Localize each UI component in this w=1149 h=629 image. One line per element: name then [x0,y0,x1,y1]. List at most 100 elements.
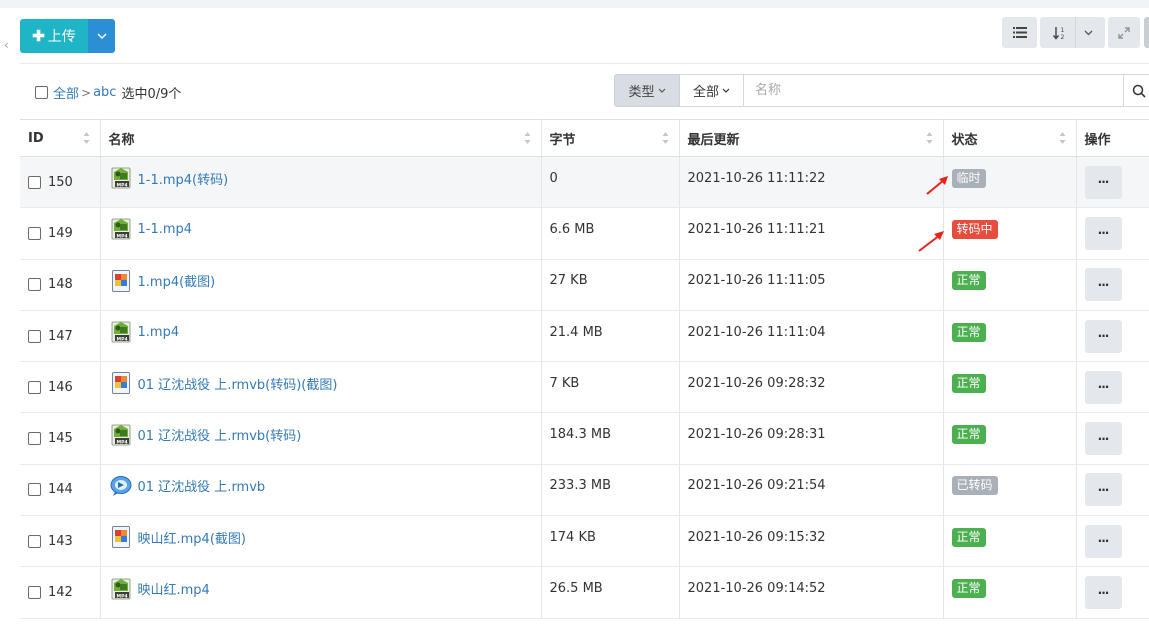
status-badge: 已转码 [951,476,998,496]
sort-icon [662,132,668,144]
file-name-link[interactable]: 1.mp4 [138,325,180,340]
sort-icon [926,132,932,144]
last-updated: 2021-10-26 09:21:54 [687,478,826,494]
status-badge: 正常 [951,527,986,547]
column-header-size[interactable]: 字节 [541,119,680,157]
row-actions-button[interactable]: ··· [1084,524,1122,558]
file-name-link[interactable]: 1-1.mp4 [138,222,193,237]
column-header-status[interactable]: 状态 [943,119,1077,157]
row-id: 142 [48,585,73,601]
file-size: 0 [549,170,558,186]
video-icon: MP4 [111,167,130,189]
row-checkbox[interactable] [28,329,41,343]
upload-button-group: ✚ 上传 [20,19,115,53]
realplayer-icon [110,475,131,496]
file-size: 27 KB [549,273,588,289]
table-row[interactable]: 147 MP4 1.mp4 21.4 MB 2021-10-26 11:11:04 正常 ·… [20,310,1149,363]
last-updated: 2021-10-26 09:28:32 [687,375,826,391]
file-size: 6.6 MB [549,221,595,237]
row-checkbox[interactable] [28,380,41,394]
row-checkbox[interactable] [28,534,41,548]
row-id: 144 [48,482,73,498]
breadcrumb-folder-link[interactable]: abc [93,85,116,100]
video-icon: MP4 [111,578,130,599]
row-checkbox[interactable] [28,175,41,189]
fullscreen-button[interactable] [1108,17,1140,48]
search-input[interactable] [744,74,1124,107]
video-icon: MP4 [111,219,130,240]
last-updated: 2021-10-26 11:11:21 [687,221,826,237]
table-row[interactable]: 142 MP4 映山红.mp4 26.5 MB 2021-10-26 09:14:52 正… [20,566,1149,619]
table-row[interactable]: 144 01 辽沈战役 上.rmvb 233.3 MB 2021-10-26 09:2… [20,464,1149,517]
file-name-link[interactable]: 01 辽沈战役 上.rmvb(转码) [138,425,302,444]
column-header-updated[interactable]: 最后更新 [679,119,944,157]
file-name-link[interactable]: 01 辽沈战役 上.rmvb(转码)(截图) [138,374,338,393]
status-badge: 临时 [951,168,986,188]
sort-button[interactable]: 1 2 [1040,17,1105,48]
video-icon: MP4 [111,321,130,343]
breadcrumb-root-link[interactable]: 全部 [53,83,79,102]
list-view-button[interactable] [1002,17,1037,48]
row-actions-button[interactable]: ··· [1084,576,1122,610]
collapse-left-icon[interactable]: ‹ [4,38,9,52]
row-checkbox[interactable] [28,483,41,497]
table-row[interactable]: 148 1.mp4(截图) 27 KB 2021-10-26 11:11:05 正常 ··… [20,259,1149,311]
last-updated: 2021-10-26 11:11:22 [687,170,826,186]
table-row[interactable]: 150 MP4 1-1.mp4(转码) 0 2021-10-26 11:11:22 临时 ·… [20,156,1149,209]
column-header-name[interactable]: 名称 [100,119,542,157]
row-id: 145 [48,431,73,447]
row-actions-button[interactable]: ··· [1084,268,1122,302]
row-actions-button[interactable]: ··· [1084,165,1122,199]
table-row[interactable]: 145 MP4 01 辽沈战役 上.rmvb(转码) 184.3 MB 2021-10-… [20,412,1149,465]
row-checkbox[interactable] [28,278,41,292]
select-all-checkbox[interactable] [35,86,48,99]
image-icon [111,526,130,549]
svg-text:MP4: MP4 [116,182,127,188]
last-updated: 2021-10-26 11:11:05 [687,273,826,289]
upload-button[interactable]: ✚ 上传 [20,19,88,53]
row-checkbox[interactable] [28,586,41,600]
svg-text:1: 1 [1060,27,1064,34]
file-size: 21.4 MB [549,324,603,340]
row-checkbox[interactable] [28,226,41,240]
file-name-link[interactable]: 01 辽沈战役 上.rmvb [138,476,266,495]
search-icon [1132,84,1146,98]
row-actions-button[interactable]: ··· [1084,216,1122,250]
table-row[interactable]: 143 映山红.mp4(截图) 174 KB 2021-10-26 09:15:32 正… [20,515,1149,568]
row-checkbox[interactable] [28,432,41,446]
row-actions-button[interactable]: ··· [1084,370,1122,404]
svg-text:MP4: MP4 [116,439,127,445]
selection-count: 选中0/9个 [121,87,182,102]
type-filter-dropdown[interactable]: 类型 [614,74,680,107]
table-row[interactable]: 149 MP4 1-1.mp4 6.6 MB 2021-10-26 11:11:21 转码… [20,207,1149,260]
table-row[interactable]: 146 01 辽沈战役 上.rmvb(转码)(截图) 7 KB 2021-10-26 … [20,361,1149,414]
status-badge: 正常 [951,425,986,445]
file-name-link[interactable]: 映山红.mp4 [138,579,210,598]
chevron-down-icon [1084,30,1092,35]
file-size: 7 KB [549,375,580,391]
upload-label: 上传 [47,28,76,44]
column-header-id[interactable]: ID [20,119,101,157]
upload-dropdown-button[interactable] [88,19,115,53]
file-name-link[interactable]: 映山红.mp4(截图) [138,528,246,547]
last-updated: 2021-10-26 09:15:32 [687,529,826,545]
row-id: 149 [48,225,73,241]
type-filter-label: 类型 [628,85,655,100]
file-table: ID 名称 字节 最后更新 状态 操作 150 MP4 1-1.mp4(转码) 0 20… [20,119,1149,619]
toolbar-extra-button[interactable] [1144,17,1149,48]
scope-filter-dropdown[interactable]: 全部 [680,74,744,107]
search-button[interactable] [1124,74,1149,107]
row-actions-button[interactable]: ··· [1084,473,1122,507]
file-name-link[interactable]: 1-1.mp4(转码) [138,169,229,188]
svg-text:MP4: MP4 [116,336,127,342]
last-updated: 2021-10-26 09:28:31 [687,427,826,443]
sort-icon [524,132,530,144]
row-actions-button[interactable]: ··· [1084,319,1122,353]
toolbar-divider [20,63,1149,64]
row-id: 146 [48,379,73,395]
sort-icon [1059,132,1065,144]
last-updated: 2021-10-26 11:11:04 [687,324,826,340]
file-name-link[interactable]: 1.mp4(截图) [138,271,216,290]
status-badge: 转码中 [951,219,998,239]
row-actions-button[interactable]: ··· [1084,422,1122,456]
